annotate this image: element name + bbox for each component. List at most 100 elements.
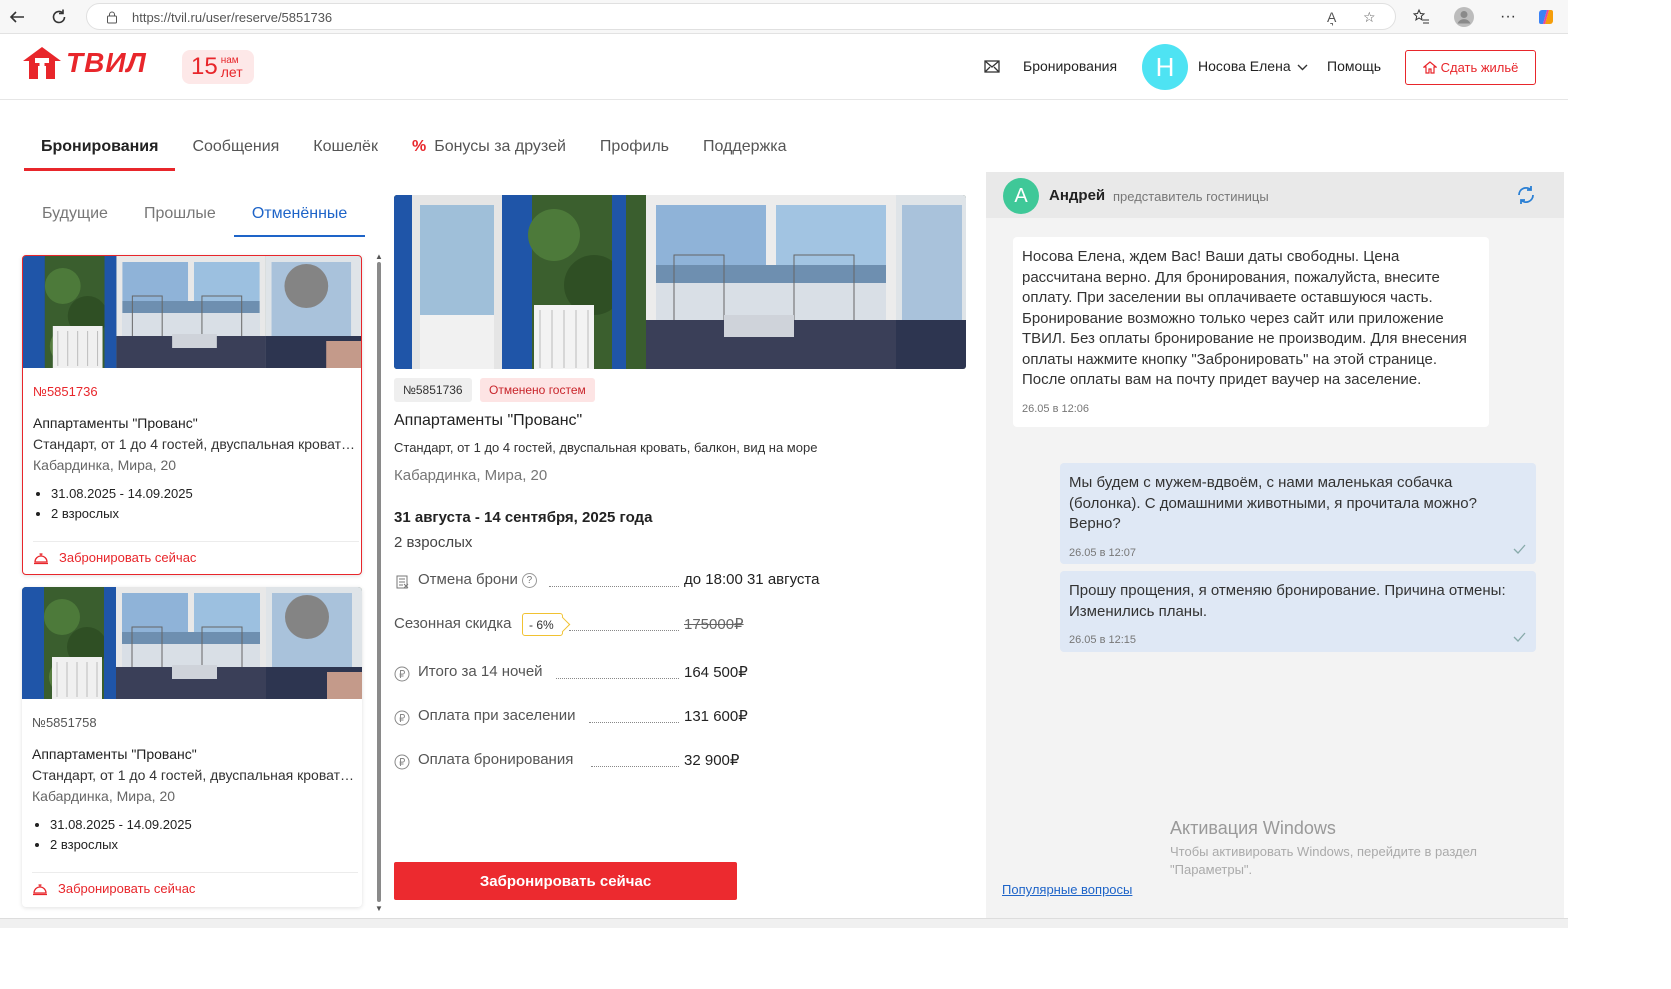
book-now-button[interactable]: Забронировать сейчас	[394, 862, 737, 900]
card-divider	[33, 541, 359, 542]
reservation-number: №5851758	[32, 715, 97, 730]
user-avatar[interactable]: Н	[1142, 44, 1188, 90]
message-text: Прошу прощения, я отменяю бронирование. …	[1069, 582, 1506, 620]
badge-caption: нам лет	[220, 55, 243, 80]
site-header: ТВИЛ 15 нам лет Бронирования Н Носова Ел…	[0, 34, 1568, 100]
user-menu[interactable]: Носова Елена	[1198, 58, 1308, 74]
more-menu-icon[interactable]: ···	[1497, 6, 1519, 28]
logo-text: ТВИЛ	[66, 47, 147, 78]
url-text: https://tvil.ru/user/reserve/5851736	[132, 10, 333, 25]
tab-bonuses[interactable]: % Бонусы за друзей	[395, 138, 583, 171]
chat-panel: А Андрей представитель гостиницы Носова …	[986, 172, 1564, 918]
tab-support[interactable]: Поддержка	[686, 138, 803, 171]
badge-number: 15	[191, 53, 218, 80]
reservation-address: Кабардинка, Мира, 20	[32, 788, 176, 804]
mail-icon[interactable]	[984, 60, 1000, 73]
favorite-star-icon[interactable]: ☆	[1363, 9, 1376, 26]
help-link[interactable]: Помощь	[1327, 58, 1381, 74]
ruble-icon	[394, 754, 410, 770]
percent-icon: %	[411, 138, 427, 155]
windows-activation-watermark: Активация Windows Чтобы активировать Win…	[1170, 818, 1510, 879]
checkin-payment-label: Оплата при заселении	[418, 707, 576, 724]
cancel-policy-label: Отмена брони?	[418, 571, 537, 588]
cancel-policy-value: до 18:00 31 августа	[684, 571, 820, 588]
reception-bell-icon	[34, 552, 48, 564]
horizontal-scrollbar[interactable]	[0, 918, 1568, 928]
leader-dots	[591, 766, 679, 767]
room-photo	[22, 587, 362, 699]
tab-cancelled[interactable]: Отменённые	[233, 205, 366, 237]
badge-caption-bottom: лет	[220, 63, 243, 80]
tab-bonuses-label: Бонусы за друзей	[434, 138, 566, 155]
reservation-details: 31.08.2025 - 14.09.2025 2 взрослых	[50, 815, 192, 855]
chat-message-incoming: Носова Елена, ждем Вас! Ваши даты свобод…	[1013, 237, 1489, 427]
faq-link[interactable]: Популярные вопросы	[1002, 882, 1132, 897]
total-row: Итого за 14 ночей 164 500₽	[394, 663, 834, 685]
refresh-icon[interactable]	[1514, 183, 1538, 207]
booking-payment-label: Оплата бронирования	[418, 751, 574, 768]
ruble-icon	[394, 666, 410, 682]
tab-future[interactable]: Будущие	[24, 205, 126, 237]
tab-wallet[interactable]: Кошелёк	[296, 138, 395, 171]
chat-message-outgoing: Прошу прощения, я отменяю бронирование. …	[1060, 571, 1536, 652]
detail-title: Аппартаменты "Прованс"	[394, 412, 583, 429]
reservation-description: Стандарт, от 1 до 4 гостей, двуспальная …	[32, 767, 354, 783]
rent-out-label: Сдать жильё	[1440, 60, 1519, 75]
room-photo-large[interactable]	[394, 195, 966, 369]
ruble-icon	[394, 710, 410, 726]
browser-toolbar: https://tvil.ru/user/reserve/5851736 A͉ …	[0, 0, 1568, 34]
reservation-guests: 2 взрослых	[50, 835, 192, 855]
message-text: Мы будем с мужем-вдвоём, с нами маленька…	[1069, 474, 1477, 532]
cancel-policy-row: Отмена брони? до 18:00 31 августа	[394, 571, 834, 593]
rent-out-button[interactable]: Сдать жильё	[1405, 50, 1536, 85]
address-bar[interactable]: https://tvil.ru/user/reserve/5851736 A͉ …	[86, 3, 1396, 30]
tab-messages[interactable]: Сообщения	[175, 138, 296, 171]
house-logo-icon	[23, 47, 61, 79]
leader-dots	[569, 630, 679, 631]
scroll-up-arrow-icon[interactable]: ▲	[375, 252, 383, 261]
copilot-icon[interactable]	[1535, 6, 1557, 28]
message-time: 26.05 в 12:07	[1069, 546, 1137, 559]
card-book-now-label: Забронировать сейчас	[58, 881, 196, 896]
tab-past[interactable]: Прошлые	[126, 205, 234, 237]
back-arrow-icon[interactable]	[6, 6, 28, 28]
booking-filter-tabs: Будущие Прошлые Отменённые	[24, 205, 366, 237]
discount-row: Сезонная скидка - 6% 175000₽	[394, 613, 834, 637]
leader-dots	[556, 678, 679, 679]
detail-description: Стандарт, от 1 до 4 гостей, двуспальная …	[394, 440, 818, 455]
card-book-now-link[interactable]: Забронировать сейчас	[33, 550, 196, 565]
profile-icon[interactable]	[1453, 6, 1475, 28]
favorites-icon[interactable]	[1410, 6, 1432, 28]
reservation-details: 31.08.2025 - 14.09.2025 2 взрослых	[51, 484, 193, 524]
original-price: 175000₽	[684, 616, 744, 633]
help-question-icon[interactable]: ?	[521, 573, 537, 588]
chat-message-outgoing: Мы будем с мужем-вдвоём, с нами маленька…	[1060, 463, 1536, 564]
tab-profile[interactable]: Профиль	[583, 138, 686, 171]
scroll-down-arrow-icon[interactable]: ▼	[375, 904, 383, 913]
reservation-dates: 31.08.2025 - 14.09.2025	[51, 484, 193, 504]
main-tabs: Бронирования Сообщения Кошелёк % Бонусы з…	[24, 138, 803, 171]
read-aloud-icon[interactable]: A͉	[1327, 9, 1336, 25]
card-book-now-link[interactable]: Забронировать сейчас	[32, 881, 195, 896]
room-photo	[23, 256, 361, 368]
reservation-dates: 31.08.2025 - 14.09.2025	[50, 815, 192, 835]
reservation-card[interactable]: №5851736 Аппартаменты "Прованс" Стандарт…	[22, 255, 362, 575]
discount-badge: - 6%	[522, 613, 563, 636]
cancel-policy-label-text: Отмена брони	[418, 571, 518, 588]
reservation-description: Стандарт, от 1 до 4 гостей, двуспальная …	[33, 436, 355, 452]
tab-bookings[interactable]: Бронирования	[24, 138, 176, 171]
checkin-payment-row: Оплата при заселении 131 600₽	[394, 707, 834, 729]
header-bookings-link[interactable]: Бронирования	[1023, 58, 1117, 74]
list-scrollbar[interactable]	[377, 262, 381, 902]
reservation-title: Аппартаменты "Прованс"	[33, 415, 198, 431]
reload-icon[interactable]	[48, 6, 70, 28]
tvil-logo[interactable]: ТВИЛ	[22, 46, 147, 80]
lock-icon	[107, 11, 117, 24]
detail-address: Кабардинка, Мира, 20	[394, 467, 548, 484]
discount-label: Сезонная скидка	[394, 615, 512, 632]
user-name: Носова Елена	[1198, 58, 1291, 74]
reservation-card[interactable]: №5851758 Аппартаменты "Прованс" Стандарт…	[22, 587, 362, 907]
watermark-title: Активация Windows	[1170, 818, 1336, 838]
card-divider	[32, 872, 358, 873]
card-book-now-label: Забронировать сейчас	[59, 550, 197, 565]
